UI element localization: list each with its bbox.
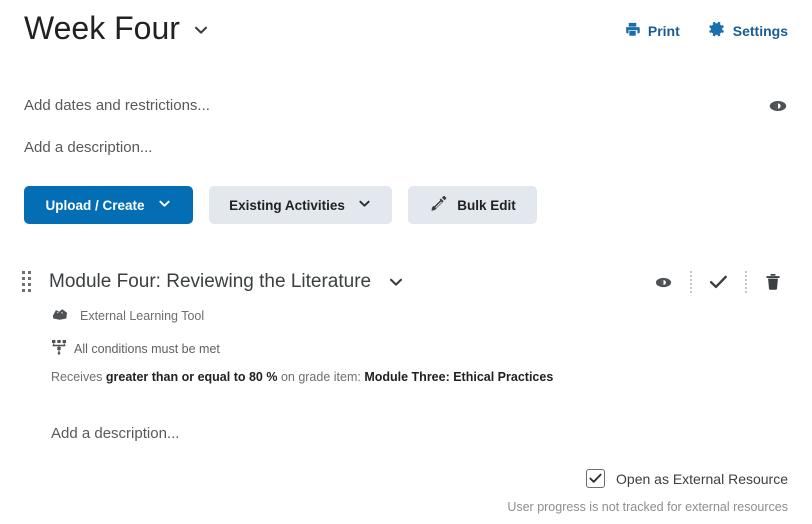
check-icon[interactable] [703, 269, 733, 295]
condition-prefix: Receives [51, 370, 106, 384]
module-action-icons [648, 269, 788, 295]
module-title[interactable]: Module Four: Reviewing the Literature [49, 269, 371, 295]
existing-activities-button[interactable]: Existing Activities [209, 186, 392, 224]
open-as-external-resource-label: Open as External Resource [616, 470, 788, 487]
release-conditions-icon [51, 339, 67, 358]
bulk-edit-label: Bulk Edit [457, 197, 516, 213]
bulk-edit-button[interactable]: Bulk Edit [408, 186, 537, 224]
chevron-down-icon[interactable] [192, 21, 210, 44]
condition-grade-item: Module Three: Ethical Practices [364, 370, 554, 384]
trash-icon[interactable] [758, 269, 788, 295]
add-dates-restrictions-link[interactable]: Add dates and restrictions... [24, 96, 210, 116]
settings-button[interactable]: Settings [708, 20, 788, 41]
open-as-external-resource-row: Open as External Resource [507, 469, 788, 488]
tool-type-label: External Learning Tool [80, 309, 205, 323]
icon-divider [689, 271, 692, 293]
print-button[interactable]: Print [624, 21, 680, 41]
condition-middle: on grade item: [277, 370, 365, 384]
add-description-link[interactable]: Add a description... [24, 139, 152, 156]
existing-activities-label: Existing Activities [229, 197, 345, 213]
icon-divider [744, 271, 747, 293]
upload-create-label: Upload / Create [45, 197, 145, 213]
check-icon [589, 473, 602, 483]
open-as-external-resource-checkbox[interactable] [586, 469, 606, 488]
module-toolbar: Upload / Create Existing Activities Bulk… [24, 186, 788, 224]
external-resource-note: User progress is not tracked for externa… [507, 500, 788, 514]
upload-create-button[interactable]: Upload / Create [24, 186, 193, 224]
module-add-description-link[interactable]: Add a description... [51, 425, 179, 442]
chevron-down-icon [357, 196, 372, 214]
description-row: Add a description... [24, 138, 788, 158]
eye-icon[interactable] [648, 269, 678, 295]
page-title-group: Week Four [24, 6, 210, 50]
module-item: Module Four: Reviewing the Literature Ex… [22, 269, 788, 444]
page-header: Week Four Print Settings [24, 0, 788, 50]
gear-icon [708, 20, 726, 41]
module-description-row: Add a description... [51, 424, 788, 444]
external-tool-icon [51, 307, 69, 325]
module-header-row: Module Four: Reviewing the Literature [22, 269, 788, 295]
page-title: Week Four [24, 10, 180, 46]
condition-threshold: greater than or equal to 80 % [105, 370, 278, 384]
conditions-label: All conditions must be met [74, 341, 220, 356]
printer-icon [624, 21, 641, 41]
settings-label: Settings [732, 22, 788, 39]
print-label: Print [647, 22, 680, 39]
module-editor-page: Week Four Print Settings Add dates and r… [0, 0, 812, 524]
module-tool-type: External Learning Tool [51, 307, 788, 325]
chevron-down-icon[interactable] [387, 273, 405, 291]
module-conditions: All conditions must be met [51, 339, 788, 358]
eye-icon[interactable] [768, 99, 788, 113]
pencil-icon [429, 194, 448, 216]
dates-restrictions-row: Add dates and restrictions... [24, 96, 788, 116]
condition-detail: Receives greater than or equal to 80 % o… [51, 368, 788, 386]
chevron-down-icon [157, 196, 172, 214]
module-title-group: Module Four: Reviewing the Literature [22, 269, 405, 295]
drag-handle-icon[interactable] [22, 271, 36, 293]
module-footer: Open as External Resource User progress … [507, 469, 788, 514]
header-actions: Print Settings [624, 6, 788, 41]
